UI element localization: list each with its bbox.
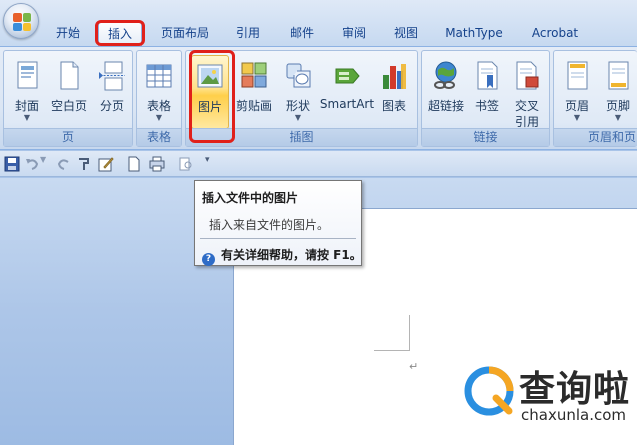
cross-reference-label: 交叉: [514, 99, 539, 113]
save-icon[interactable]: [4, 156, 20, 172]
quick-access-toolbar: ▼ ▾: [0, 151, 637, 177]
print-layout-icon[interactable]: [148, 156, 168, 172]
format-painter-icon[interactable]: [76, 156, 92, 172]
bookmark-button[interactable]: 书签: [468, 55, 506, 129]
tab-mailings[interactable]: 邮件: [280, 22, 324, 46]
office-logo-icon: [13, 13, 31, 31]
footer-icon: [608, 61, 629, 90]
watermark-name: 查询啦: [519, 369, 631, 410]
illustrations-group: 图片 剪贴画 形状 ▼ SmartArt 图表 插图: [185, 50, 418, 147]
office-button[interactable]: [3, 3, 39, 39]
blank-page-label: 空白页: [50, 99, 87, 113]
ribbon-tab-bar: 开始 插入 页面布局 引用 邮件 审阅 视图 MathType Acrobat: [0, 0, 637, 46]
table-dropdown-icon: ▼: [155, 113, 163, 122]
blank-page-button[interactable]: 空白页: [47, 55, 91, 129]
smartart-button[interactable]: SmartArt: [318, 55, 376, 129]
illustrations-group-label: 插图: [186, 128, 417, 146]
print-preview-icon[interactable]: [178, 156, 194, 172]
table-label: 表格: [146, 99, 171, 113]
cover-page-icon: [17, 61, 38, 89]
header-icon: [567, 61, 588, 90]
margin-mark-vertical: [409, 315, 410, 351]
page-break-button[interactable]: 分页: [92, 55, 132, 129]
cross-reference-button[interactable]: 交叉 引用: [506, 55, 548, 129]
smartart-label: SmartArt: [319, 97, 375, 111]
header-footer-group: 页眉 ▼ 页脚 ▼ 页眉和页: [553, 50, 637, 147]
tables-group-label: 表格: [137, 128, 181, 146]
table-icon: [146, 64, 172, 88]
picture-tooltip: 插入文件中的图片 插入来自文件的图片。 ? 有关详细帮助，请按 F1。: [194, 180, 362, 266]
undo-icon[interactable]: [24, 156, 40, 172]
help-icon: ?: [202, 253, 215, 266]
header-label: 页眉: [564, 99, 589, 113]
tooltip-help: ? 有关详细帮助，请按 F1。: [202, 246, 362, 266]
cross-reference-icon: [516, 61, 539, 90]
cover-page-dropdown-icon: ▼: [23, 113, 31, 122]
footer-label: 页脚: [605, 99, 630, 113]
bookmark-icon: [477, 61, 498, 90]
paragraph-mark-icon: ↵: [409, 360, 419, 373]
cover-page-button[interactable]: 封面 ▼: [6, 55, 48, 129]
header-button[interactable]: 页眉 ▼: [556, 55, 598, 129]
clip-art-icon: [241, 62, 267, 88]
cover-page-label: 封面: [14, 99, 39, 113]
links-group: 超链接 书签 交叉 引用 链接: [421, 50, 550, 147]
footer-button[interactable]: 页脚 ▼: [598, 55, 637, 129]
shapes-icon: [286, 63, 311, 88]
watermark-logo-icon: [464, 366, 514, 416]
picture-label: 图片: [197, 100, 222, 114]
customize-toolbar-icon[interactable]: ▾: [205, 155, 221, 171]
tooltip-help-text: 有关详细帮助，请按 F1。: [221, 248, 362, 262]
new-document-icon[interactable]: [126, 156, 142, 172]
edit-icon[interactable]: [98, 156, 114, 172]
ribbon: 封面 ▼ 空白页 分页 页 表格 ▼ 表格 图片 剪贴画 形状 ▼ SmartA…: [0, 46, 637, 150]
pages-group-label: 页: [4, 128, 132, 146]
table-button[interactable]: 表格 ▼: [139, 55, 179, 129]
chart-button[interactable]: 图表: [375, 55, 413, 129]
tab-view[interactable]: 视图: [384, 22, 428, 46]
blank-page-icon: [60, 61, 79, 90]
header-dropdown-icon: ▼: [573, 113, 581, 122]
pages-group: 封面 ▼ 空白页 分页 页: [3, 50, 133, 147]
clip-art-label: 剪贴画: [235, 99, 272, 113]
tab-mathtype[interactable]: MathType: [436, 22, 512, 46]
tooltip-divider: [200, 238, 356, 239]
hyperlink-icon: [434, 61, 457, 89]
tab-page-layout[interactable]: 页面布局: [152, 22, 218, 46]
redo-icon[interactable]: [56, 156, 72, 172]
tooltip-title: 插入文件中的图片: [202, 191, 299, 205]
watermark-url: chaxunla.com: [521, 406, 626, 424]
page-break-icon: [99, 61, 125, 91]
header-footer-group-label: 页眉和页: [554, 128, 637, 146]
chart-icon: [383, 64, 406, 89]
shapes-dropdown-icon: ▼: [294, 113, 302, 122]
tab-insert[interactable]: 插入: [98, 22, 142, 46]
clip-art-button[interactable]: 剪贴画: [233, 55, 275, 129]
tab-review[interactable]: 审阅: [332, 22, 376, 46]
picture-icon: [197, 64, 223, 88]
hyperlink-label: 超链接: [427, 99, 464, 113]
undo-dropdown-icon[interactable]: ▼: [40, 155, 56, 171]
picture-button[interactable]: 图片: [191, 55, 229, 129]
bookmark-label: 书签: [474, 99, 499, 113]
tab-references[interactable]: 引用: [226, 22, 270, 46]
chart-label: 图表: [381, 99, 406, 113]
footer-dropdown-icon: ▼: [614, 113, 622, 122]
shapes-button[interactable]: 形状 ▼: [278, 55, 318, 129]
hyperlink-button[interactable]: 超链接: [424, 55, 468, 129]
tooltip-description: 插入来自文件的图片。: [209, 218, 330, 232]
smartart-icon: [335, 68, 360, 84]
shapes-label: 形状: [285, 99, 310, 113]
page-break-label: 分页: [99, 99, 124, 113]
tab-acrobat[interactable]: Acrobat: [522, 22, 588, 46]
margin-mark-horizontal: [374, 350, 410, 351]
tables-group: 表格 ▼ 表格: [136, 50, 182, 147]
tab-home[interactable]: 开始: [48, 22, 88, 46]
links-group-label: 链接: [422, 128, 549, 146]
